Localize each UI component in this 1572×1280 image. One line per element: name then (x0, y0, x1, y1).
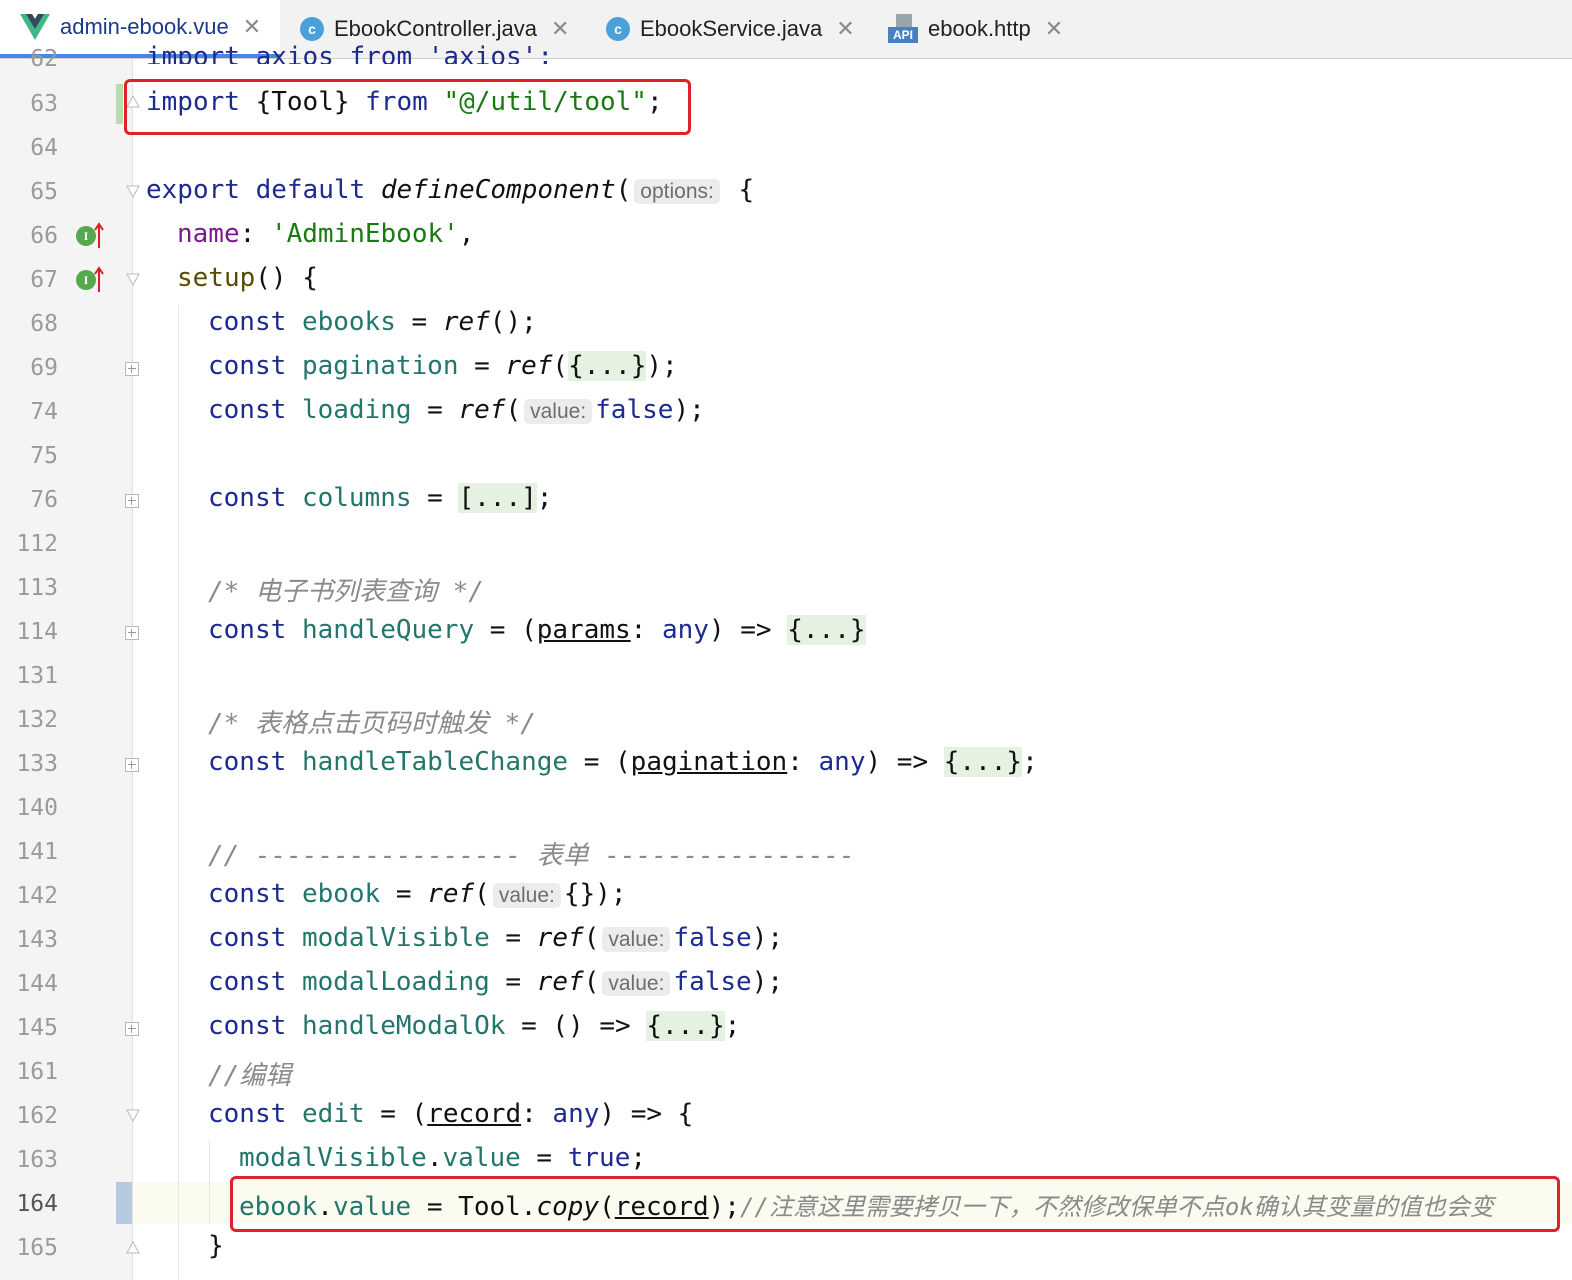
tab-label: EbookService.java (640, 16, 823, 41)
param-hint: value: (524, 399, 593, 424)
line-number: 133 (16, 751, 58, 777)
code-line-114[interactable]: const handleQuery = (params: any) => {..… (208, 615, 866, 645)
param-hint: value: (602, 971, 671, 996)
code-line-74[interactable]: const loading = ref(value: false); (208, 395, 705, 425)
line-number: 65 (30, 179, 58, 205)
line-number: 140 (16, 795, 58, 821)
line-number: 131 (16, 663, 58, 689)
code-line-69[interactable]: const pagination = ref({...}); (208, 351, 678, 381)
fold-collapse-icon[interactable] (124, 183, 142, 201)
close-icon[interactable]: ✕ (836, 16, 854, 42)
code-line-144[interactable]: const modalLoading = ref(value: false); (208, 967, 783, 997)
folded-region[interactable]: {...} (646, 1011, 725, 1041)
annotation-box-import (124, 79, 691, 135)
tab-label: EbookController.java (334, 16, 538, 41)
tab-label: admin-ebook.vue (60, 14, 229, 39)
code-line-66[interactable]: name: 'AdminEbook', (177, 219, 474, 249)
code-line-165[interactable]: } (208, 1231, 224, 1261)
param-hint: value: (602, 927, 671, 952)
gutter-divider (132, 59, 133, 1280)
code-line-141[interactable]: // ----------------- 表单 ---------------- (208, 835, 855, 872)
code-line-132[interactable]: /* 表格点击页码时触发 */ (208, 703, 536, 740)
line-number: 162 (16, 1103, 58, 1129)
line-number: 64 (30, 135, 58, 161)
arrow-up-icon[interactable] (94, 266, 104, 292)
arrow-up-icon[interactable] (94, 222, 104, 248)
vcs-change-marker[interactable] (116, 84, 123, 124)
close-icon[interactable]: ✕ (1045, 16, 1063, 42)
tab-ebook-service-java[interactable]: c EbookService.java ✕ (606, 0, 855, 58)
line-number: 67 (30, 267, 58, 293)
tab-ebook-http[interactable]: API ebook.http ✕ (888, 0, 1063, 58)
line-number: 161 (16, 1059, 58, 1085)
implements-marker-icon[interactable]: I (76, 226, 96, 246)
line-number: 141 (16, 839, 58, 865)
line-number: 165 (16, 1235, 58, 1261)
line-number: 74 (30, 399, 58, 425)
api-http-icon: API (888, 14, 918, 44)
code-line-65[interactable]: export default defineComponent(options: … (146, 175, 754, 205)
code-line-161[interactable]: //编辑 (208, 1055, 291, 1092)
java-class-icon: c (606, 17, 630, 41)
line-number: 143 (16, 927, 58, 953)
line-number-current: 164 (16, 1191, 58, 1217)
fold-collapse-icon[interactable] (124, 271, 142, 289)
line-number: 113 (16, 575, 58, 601)
folded-region[interactable]: {...} (568, 351, 647, 381)
current-line-gutter-marker (116, 1182, 132, 1224)
implements-marker-icon[interactable]: I (76, 270, 96, 290)
line-number: 69 (30, 355, 58, 381)
line-number: 145 (16, 1015, 58, 1041)
indent-guide (178, 305, 179, 1280)
fold-end-icon[interactable] (124, 1238, 142, 1256)
line-number: 142 (16, 883, 58, 909)
tab-label: ebook.http (928, 16, 1031, 41)
code-line-68[interactable]: const ebooks = ref(); (208, 307, 537, 337)
folded-region[interactable]: {...} (787, 615, 866, 645)
line-number: 114 (16, 619, 58, 645)
line-number: 76 (30, 487, 58, 513)
indent-guide (209, 1140, 210, 1224)
close-icon[interactable]: ✕ (243, 14, 261, 40)
folded-region[interactable]: {...} (943, 747, 1023, 777)
code-line-162[interactable]: const edit = (record: any) => { (208, 1099, 693, 1129)
code-line-113[interactable]: /* 电子书列表查询 */ (208, 571, 484, 608)
annotation-box-copy (230, 1176, 1560, 1232)
param-hint: value: (492, 883, 561, 908)
line-number: 62 (30, 46, 58, 72)
fold-expand-icon[interactable] (125, 362, 139, 376)
fold-expand-icon[interactable] (125, 758, 139, 772)
line-number: 132 (16, 707, 58, 733)
java-class-icon: c (300, 17, 324, 41)
line-number: 163 (16, 1147, 58, 1173)
code-line-145[interactable]: const handleModalOk = () => {...}; (208, 1011, 740, 1041)
code-line-62[interactable]: import axios from 'axios'; (146, 42, 553, 64)
line-number: 112 (16, 531, 58, 557)
fold-expand-icon[interactable] (125, 494, 139, 508)
code-line-133[interactable]: const handleTableChange = (pagination: a… (208, 747, 1038, 777)
line-number: 75 (30, 443, 58, 469)
line-number: 68 (30, 311, 58, 337)
folded-region[interactable]: [...] (458, 483, 537, 513)
vue-icon (20, 14, 50, 40)
code-line-143[interactable]: const modalVisible = ref(value: false); (208, 923, 783, 953)
code-line-76[interactable]: const columns = [...]; (208, 483, 552, 513)
line-number: 63 (30, 91, 58, 117)
code-line-142[interactable]: const ebook = ref(value: {}); (208, 879, 626, 909)
line-number: 66 (30, 223, 58, 249)
fold-expand-icon[interactable] (125, 626, 139, 640)
fold-collapse-icon[interactable] (124, 1107, 142, 1125)
param-hint: options: (634, 179, 720, 204)
code-line-163[interactable]: modalVisible.value = true; (239, 1143, 646, 1173)
fold-expand-icon[interactable] (125, 1022, 139, 1036)
code-line-67[interactable]: setup() { (177, 263, 318, 293)
line-number: 144 (16, 971, 58, 997)
close-icon[interactable]: ✕ (551, 16, 569, 42)
